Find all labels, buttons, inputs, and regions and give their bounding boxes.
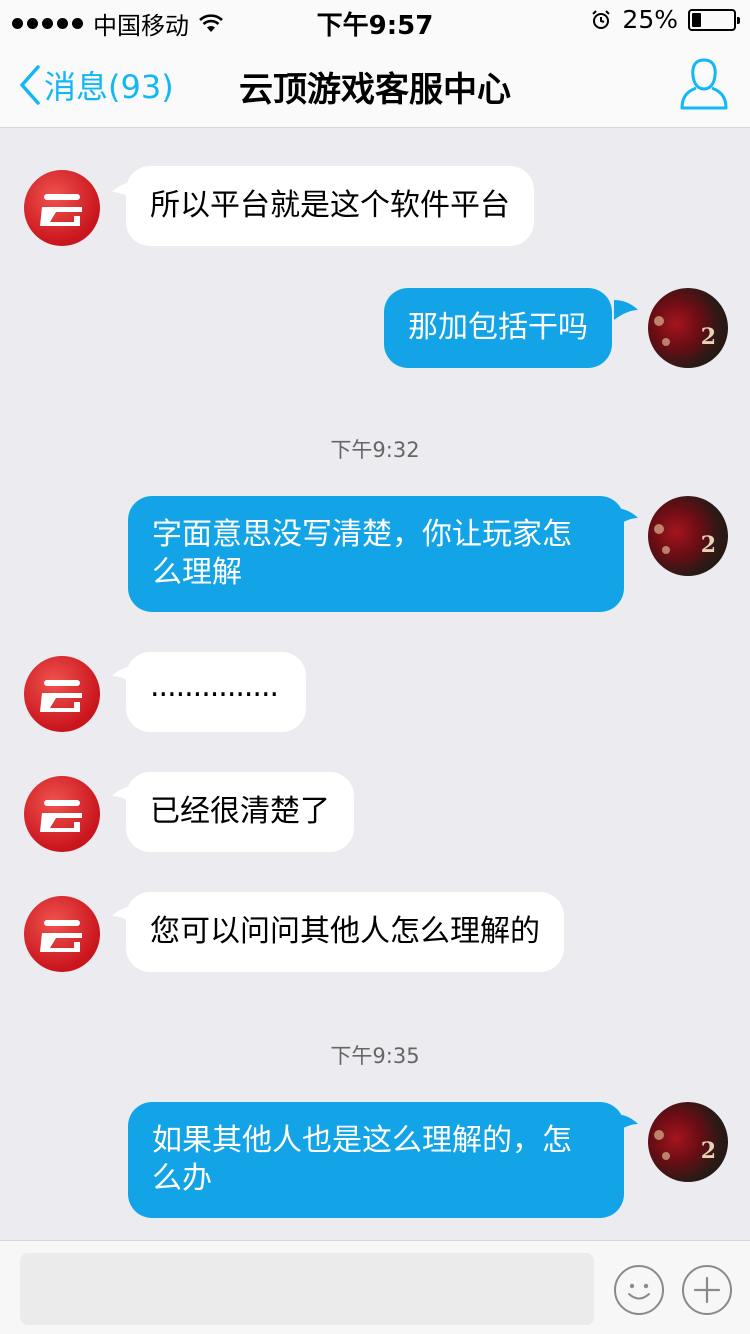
smiley-icon: [628, 1283, 650, 1300]
service-avatar[interactable]: [24, 896, 100, 972]
cloud-logo-icon: [40, 680, 82, 712]
message-bubble[interactable]: 字面意思没写清楚，你让玩家怎 么理解: [128, 496, 624, 612]
message-bubble[interactable]: 如果其他人也是这么理解的，怎 么办: [128, 1102, 624, 1218]
plus-icon: [693, 1276, 721, 1304]
input-bar: [0, 1240, 750, 1334]
message-line: 字面意思没写清楚，你让玩家怎: [152, 517, 572, 552]
cloud-logo-icon: [40, 800, 82, 832]
alarm-icon: [592, 9, 611, 29]
chat-area[interactable]: 所以平台就是这个软件平台 2 那加包括干吗 下午9:32 2 字面意思没写清楚，…: [0, 128, 750, 1240]
user-avatar[interactable]: 2: [648, 1102, 728, 1182]
avatar-number: 2: [700, 532, 716, 558]
message-bubble[interactable]: 所以平台就是这个软件平台: [126, 166, 534, 246]
plus-button[interactable]: [682, 1265, 732, 1315]
avatar-number: 2: [700, 1138, 716, 1164]
battery-percent: 25%: [622, 5, 678, 34]
message-input[interactable]: [20, 1253, 594, 1325]
message-line: 么办: [152, 1161, 212, 1196]
bubble-tail: [614, 300, 638, 320]
message-bubble[interactable]: 已经很清楚了: [126, 772, 354, 852]
service-avatar[interactable]: [24, 170, 100, 246]
message-bubble[interactable]: 那加包括干吗: [384, 288, 612, 368]
message-line: 如果其他人也是这么理解的，怎: [152, 1123, 572, 1158]
timestamp: 下午9:35: [330, 1044, 420, 1068]
message-bubble[interactable]: ...............: [126, 652, 306, 732]
status-bar: 中国移动 下午9:57 25%: [0, 0, 750, 41]
message-bubble[interactable]: 您可以问问其他人怎么理解的: [126, 892, 564, 972]
timestamp: 下午9:32: [330, 438, 420, 462]
page-title: 云顶游戏客服中心: [239, 70, 511, 110]
user-avatar[interactable]: 2: [648, 496, 728, 576]
user-avatar[interactable]: 2: [648, 288, 728, 368]
nav-bar: 消息(93) 云顶游戏客服中心: [0, 40, 750, 128]
cloud-logo-icon: [40, 920, 82, 952]
message-line: 么理解: [152, 555, 242, 590]
cloud-logo-icon: [40, 194, 82, 226]
person-icon[interactable]: [678, 56, 730, 112]
service-avatar[interactable]: [24, 656, 100, 732]
battery-icon: [688, 8, 740, 31]
emoji-button[interactable]: [614, 1265, 664, 1315]
service-avatar[interactable]: [24, 776, 100, 852]
status-right: 25%: [590, 5, 740, 34]
avatar-number: 2: [700, 324, 716, 350]
